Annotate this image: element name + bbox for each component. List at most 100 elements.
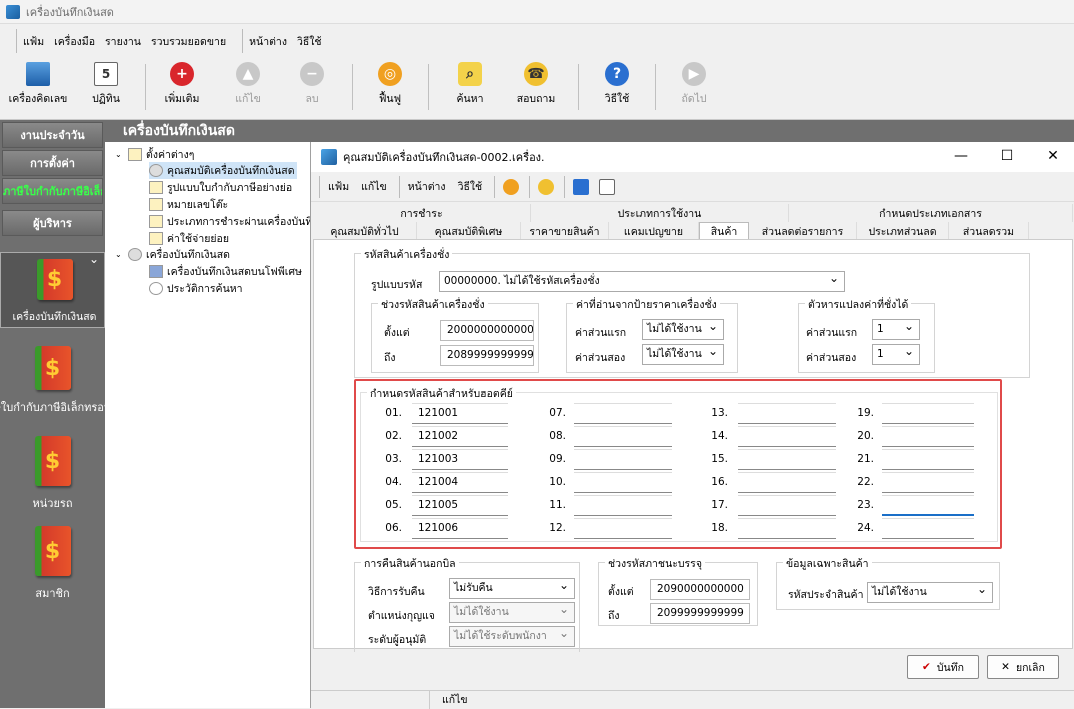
hotkey-input[interactable]: 121004 [412,472,508,493]
tab-special[interactable]: คุณสมบัติพิเศษ [417,222,521,240]
tab-general[interactable]: คุณสมบัติทั่วไป [313,222,417,240]
calendar-icon[interactable] [599,178,616,195]
from-input[interactable]: 2000000000000 [440,320,534,341]
tree-item-special-register[interactable]: เครื่องบันทึกเงินสดบนโฟพีเศษ [149,263,302,280]
hotkey-input[interactable]: 121006 [412,518,508,539]
return-key-select[interactable]: ไม่ได้ใช้งาน [449,602,575,623]
second-part-select[interactable]: ไม่ได้ใช้งาน [642,344,724,365]
cancel-button[interactable]: ✕ ยกเลิก [987,655,1059,679]
help-button[interactable]: ? วิธีใช้ [585,62,649,107]
hotkey-input[interactable] [738,426,836,447]
tab-item-discount[interactable]: ส่วนลดต่อรายการ [749,222,857,240]
minimize-icon[interactable]: — [951,148,971,164]
hotkey-input[interactable] [574,403,672,424]
divisor-first-select[interactable]: 1 [872,319,920,340]
hotkey-input[interactable] [738,403,836,424]
tab-discount-type[interactable]: ประเภทส่วนลด [857,222,949,240]
app-icon [6,4,20,19]
tree-item-properties[interactable]: คุณสมบัติเครื่องบันทึกเงินสด [149,162,297,179]
hotkey-input[interactable] [882,426,974,447]
menu-reports[interactable]: รายงาน [105,31,141,52]
hotkey-input[interactable]: 121001 [412,403,508,424]
tab-product[interactable]: สินค้า [699,222,749,240]
nav-einvoice-button[interactable]: ภาษีใบกำกับภาษีอิเล็กทรอนิกส์ [2,178,103,204]
next-button[interactable]: ▶ ถัดไป [662,62,726,107]
calendar-button[interactable]: 5 ปฏิทิน [74,62,138,107]
inquiry-button[interactable]: ☎ สอบถาม [504,62,568,107]
hotkey-input[interactable] [738,472,836,493]
tree-item-receipt-format[interactable]: รูปแบบใบกำกับภาษีอย่างย่อ [149,179,292,196]
tab-price[interactable]: ราคาขายสินค้า [521,222,609,240]
nav-admin-button[interactable]: ผู้บริหาร [2,210,103,236]
hotkey-input[interactable] [738,449,836,470]
refresh-button[interactable]: ◎ ฟื้นฟู [358,62,422,107]
search-button[interactable]: ⌕ ค้นหา [438,62,502,107]
hotkey-input[interactable]: 121003 [412,449,508,470]
edit-button[interactable]: ▲ แก้ไข [216,62,280,107]
tree-item-payment-type[interactable]: ประเภทการชำระผ่านเครื่องบันทึก [149,213,319,230]
menu-tools[interactable]: เครื่องมือ [54,31,95,52]
product-id-select[interactable]: ไม่ได้ใช้งาน [867,582,993,603]
app-unit[interactable]: $ หน่วยรถ [0,436,105,512]
return-level-select[interactable]: ไม่ได้ใช้ระดับพนักงา [449,626,575,647]
hotkey-input[interactable] [574,518,672,539]
hotkey-input[interactable]: 121005 [412,495,508,516]
close-icon[interactable]: ✕ [1043,148,1063,164]
checklist-icon [149,232,163,245]
hotkey-input[interactable] [882,449,974,470]
to-input[interactable]: 2089999999999 [440,345,534,366]
pack-from-input[interactable]: 2090000000000 [650,579,750,600]
tree-item-label: หมายเลขโต๊ะ [167,199,229,211]
maximize-icon[interactable]: ☐ [997,148,1017,164]
divisor-second-select[interactable]: 1 [872,344,920,365]
menu-sales-summary[interactable]: รวบรวมยอดขาย [151,31,226,52]
dialog-menu-help[interactable]: วิธีใช้ [458,178,483,195]
app-cash-register[interactable]: $ เครื่องบันทึกเงินสด [0,252,105,328]
menu-file[interactable]: แฟ้ม [23,31,44,52]
phone-icon[interactable] [538,178,555,195]
tab-document-type[interactable]: กำหนดประเภทเอกสาร [789,204,1073,222]
nav-settings-button[interactable]: การตั้งค่า [2,150,103,176]
tree-root-settings[interactable]: ⌄ ตั้งค่าต่างๆ [115,146,194,163]
tab-usage-type[interactable]: ประเภทการใช้งาน [531,204,789,222]
hotkey-input[interactable] [882,472,974,493]
pack-to-input[interactable]: 2099999999999 [650,603,750,624]
tree-item-search-history[interactable]: ประวัติการค้นหา [149,280,243,297]
hotkey-number-label: 22. [857,476,874,488]
menu-help[interactable]: วิธีใช้ [297,31,322,52]
checklist-icon [149,215,163,228]
return-method-select[interactable]: ไม่รับคืน [449,578,575,599]
hotkey-input[interactable] [738,518,836,539]
calculator-icon[interactable] [573,178,590,195]
tree-root-register[interactable]: ⌄ เครื่องบันทึกเงินสด [115,246,230,263]
hotkey-input[interactable] [882,403,974,424]
calculator-button[interactable]: เครื่องคิดเลข [6,62,70,107]
dialog-menu-window[interactable]: หน้าต่าง [408,178,446,195]
tab-payment[interactable]: การชำระ [313,204,531,222]
tab-campaign[interactable]: แคมเปญขาย [609,222,699,240]
hotkey-input[interactable] [738,495,836,516]
hotkey-input[interactable] [574,449,672,470]
dialog-menu-edit[interactable]: แก้ไข [361,178,387,195]
tree-item-table-number[interactable]: หมายเลขโต๊ะ [149,196,228,213]
hotkey-input[interactable] [574,426,672,447]
delete-button[interactable]: − ลบ [280,62,344,107]
hotkey-input[interactable] [882,495,974,516]
save-button[interactable]: ✔ บันทึก [907,655,979,679]
menu-window[interactable]: หน้าต่าง [249,31,287,52]
dialog-menu-file[interactable]: แฟ้ม [328,178,349,195]
format-select[interactable]: 00000000. ไม่ได้ใช้รหัสเครื่องชั่ง [439,271,845,292]
nav-daily-button[interactable]: งานประจำวัน [2,122,103,148]
hotkey-input[interactable] [574,472,672,493]
hotkey-input[interactable] [882,518,974,539]
app-members[interactable]: $ สมาชิก [0,526,105,602]
app-einvoice[interactable]: $ ภาษีใบกำกับภาษีอิเล็กทรอนิกส์ [0,346,105,416]
hotkey-input[interactable] [574,495,672,516]
help-icon: ? [605,62,629,86]
first-part-select[interactable]: ไม่ได้ใช้งาน [642,319,724,340]
hotkey-input[interactable]: 121002 [412,426,508,447]
refresh-icon[interactable] [503,178,520,195]
tree-item-expenses[interactable]: ค่าใช้จ่ายย่อย [149,230,229,247]
tab-total-discount[interactable]: ส่วนลดรวม [949,222,1029,240]
add-button[interactable]: + เพิ่มเติม [150,62,214,107]
